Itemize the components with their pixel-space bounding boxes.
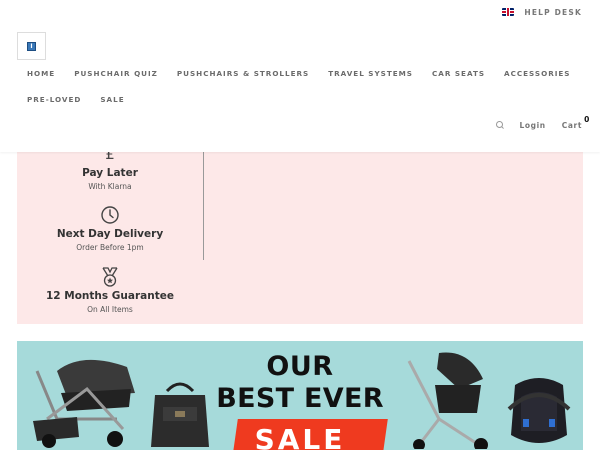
feature-title: Pay Later xyxy=(82,167,138,179)
nav-item-accessories[interactable]: ACCESSORIES xyxy=(504,69,570,78)
nav-item-sale[interactable]: SALE xyxy=(100,95,124,104)
cart-count-badge: 0 xyxy=(584,114,590,124)
cart-link[interactable]: Cart 0 xyxy=(561,115,590,130)
header-utility: Login Cart 0 xyxy=(495,115,590,132)
main-navigation: HOME PUSHCHAIR QUIZ PUSHCHAIRS & STROLLE… xyxy=(27,66,587,106)
clock-icon xyxy=(17,205,203,225)
stroller-image xyxy=(407,352,488,449)
banner-headline-line1: OUR xyxy=(266,351,334,382)
banner-headline-sale: SALE xyxy=(254,423,346,450)
feature-title: Next Day Delivery xyxy=(56,228,164,240)
help-desk-link[interactable]: HELP DESK xyxy=(524,8,582,17)
feature-subtitle: With Klarna xyxy=(88,182,132,191)
sale-banner[interactable]: OUR BEST EVER SALE xyxy=(17,341,583,450)
login-link[interactable]: Login xyxy=(520,121,546,130)
feature-guarantee: 12 Months Guarantee On All Items xyxy=(17,267,203,314)
uk-flag-icon[interactable] xyxy=(502,8,515,16)
store-logo-icon: I xyxy=(27,41,36,51)
medal-icon xyxy=(17,267,203,287)
usp-panel: £ Pay Later With Klarna Next Day Deliver… xyxy=(17,140,583,324)
search-icon[interactable] xyxy=(495,121,504,129)
banner-headline-line2: BEST EVER xyxy=(216,383,384,414)
nav-item-home[interactable]: HOME xyxy=(27,69,55,78)
site-header: HELP DESK I HOME PUSHCHAIR QUIZ PUSHCHAI… xyxy=(0,0,600,152)
nav-item-car-seats[interactable]: CAR SEATS xyxy=(432,69,485,78)
feature-title: 12 Months Guarantee xyxy=(46,290,174,302)
feature-subtitle: Order Before 1pm xyxy=(76,243,144,252)
usp-divider xyxy=(203,140,204,260)
topbar: HELP DESK xyxy=(502,6,582,18)
nav-item-pushchair-quiz[interactable]: PUSHCHAIR QUIZ xyxy=(74,69,158,78)
cart-label: Cart xyxy=(561,120,582,130)
nav-row: HOME PUSHCHAIR QUIZ PUSHCHAIRS & STROLLE… xyxy=(27,66,587,80)
site-logo[interactable]: I xyxy=(17,32,46,60)
nav-row: PRE-LOVED SALE xyxy=(27,92,587,106)
nav-item-pushchairs-strollers[interactable]: PUSHCHAIRS & STROLLERS xyxy=(177,69,309,78)
feature-subtitle: On All Items xyxy=(87,305,133,314)
nav-item-pre-loved[interactable]: PRE-LOVED xyxy=(27,95,81,104)
nav-item-travel-systems[interactable]: TRAVEL SYSTEMS xyxy=(328,69,413,78)
feature-next-day-delivery: Next Day Delivery Order Before 1pm xyxy=(17,205,203,252)
car-seat-image xyxy=(507,378,571,443)
